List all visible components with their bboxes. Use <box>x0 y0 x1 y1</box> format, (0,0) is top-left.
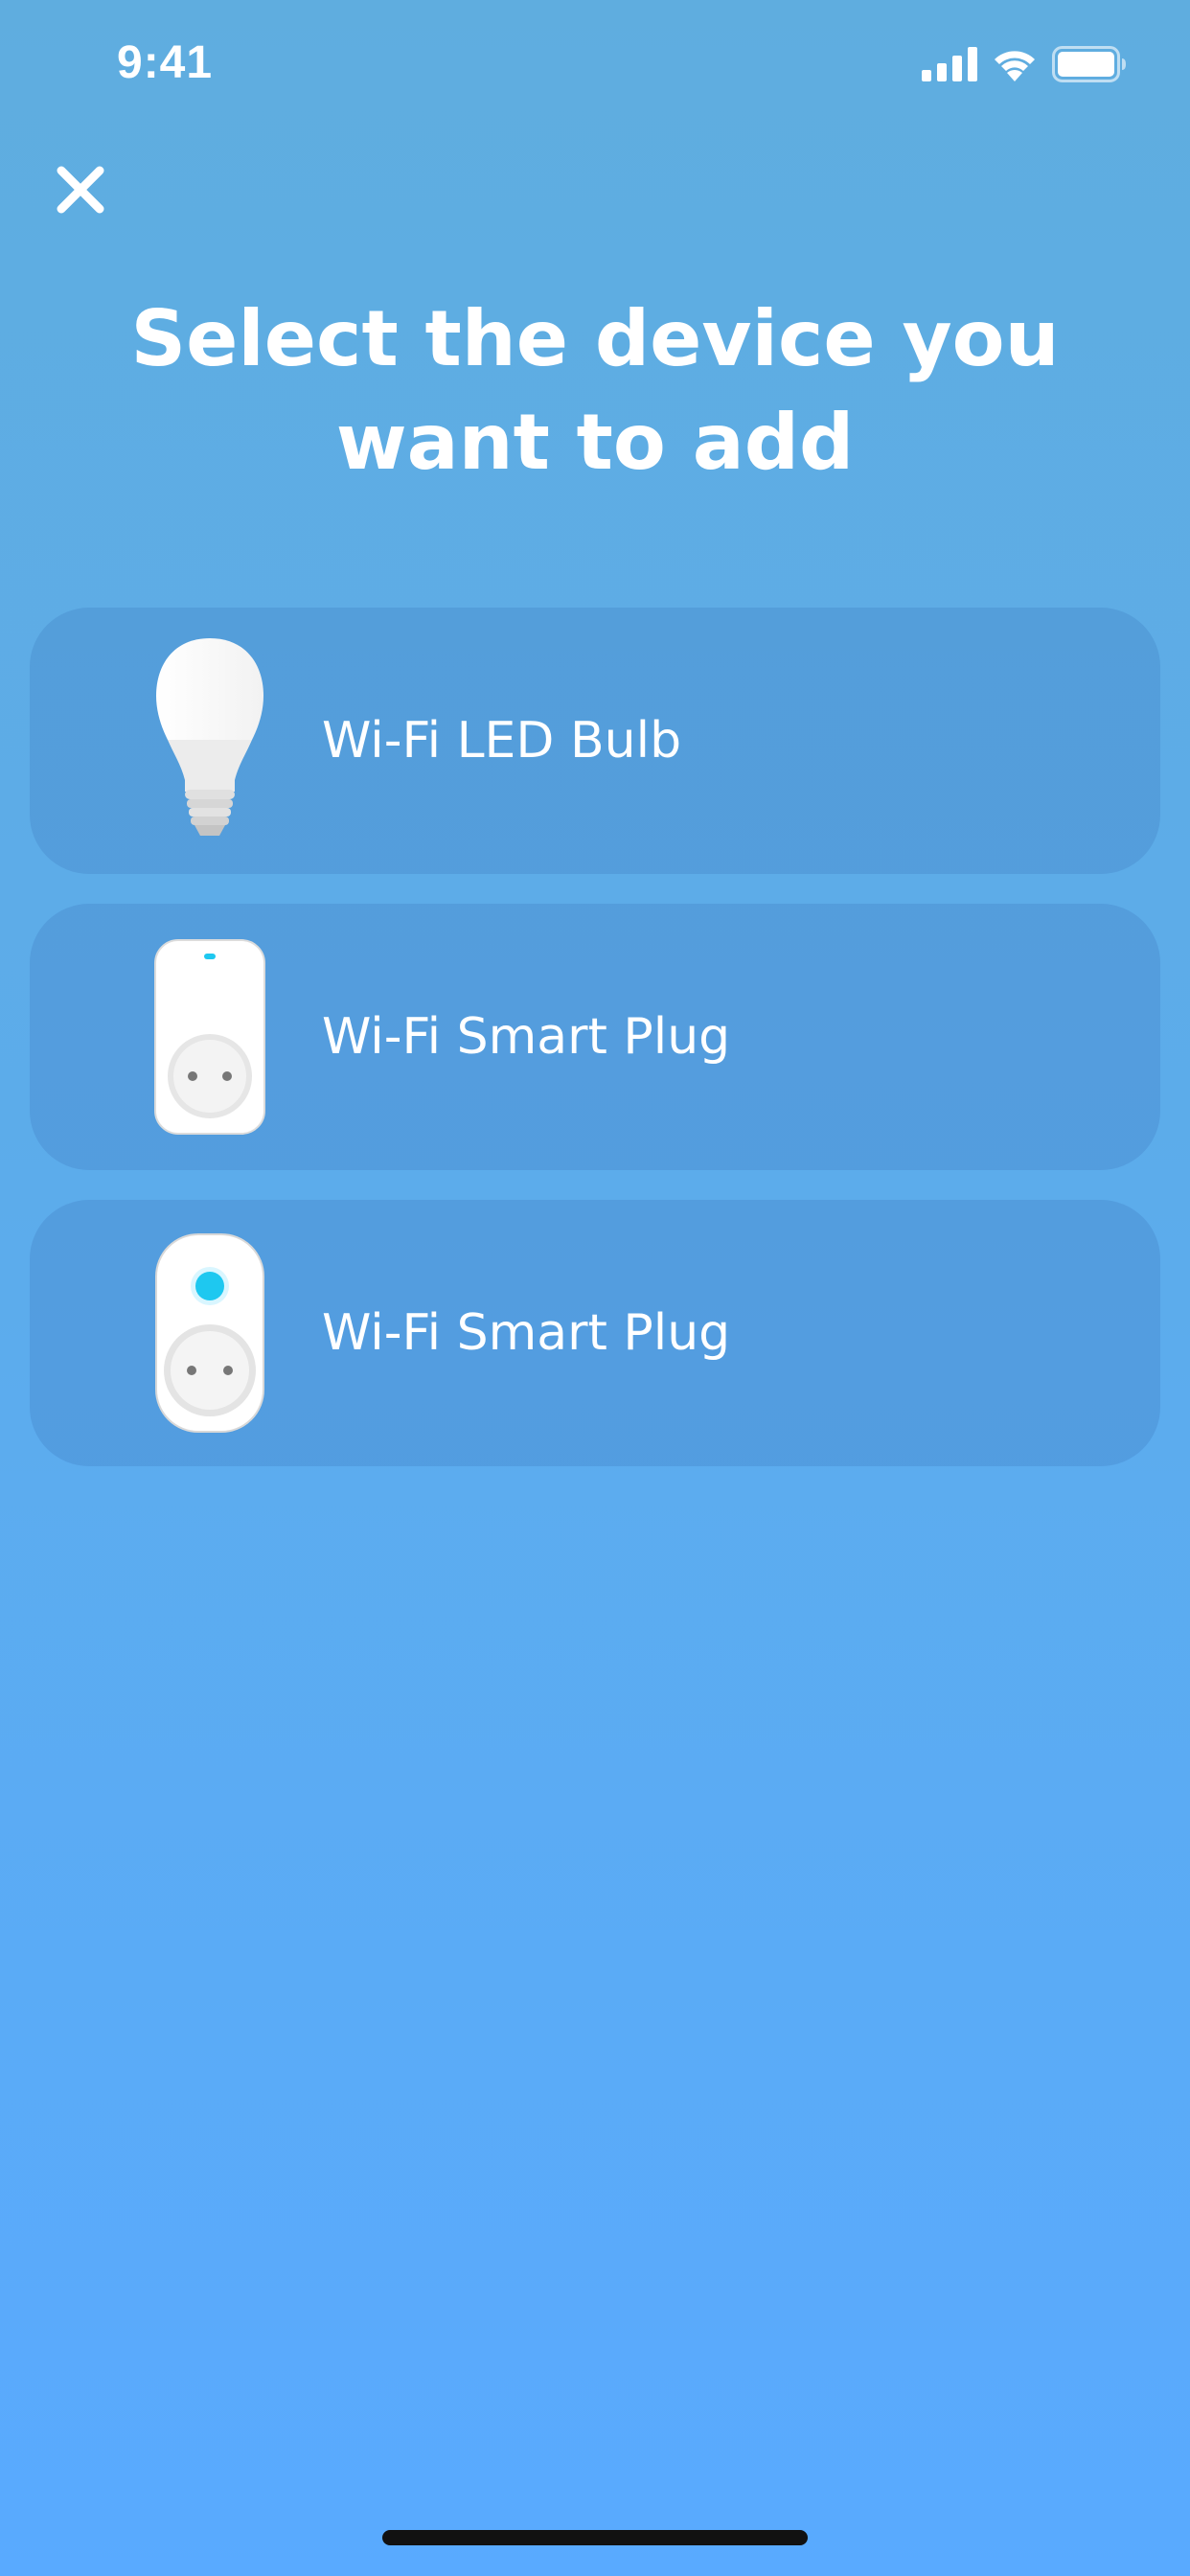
device-label: Wi-Fi LED Bulb <box>322 712 682 770</box>
smart-plug-round-icon <box>114 1229 306 1438</box>
home-indicator[interactable] <box>382 2530 808 2545</box>
status-bar: 9:41 <box>0 0 1190 126</box>
device-label: Wi-Fi Smart Plug <box>322 1008 731 1066</box>
device-option-smart-plug[interactable]: Wi-Fi Smart Plug <box>30 904 1160 1170</box>
wifi-icon <box>991 47 1039 85</box>
close-icon <box>57 166 104 214</box>
status-icons <box>922 46 1127 86</box>
battery-icon <box>1052 46 1127 86</box>
device-label: Wi-Fi Smart Plug <box>322 1304 731 1362</box>
page-title: Select the device you want to add <box>130 294 1060 487</box>
device-option-smart-plug-round[interactable]: Wi-Fi Smart Plug <box>30 1200 1160 1466</box>
smart-plug-icon <box>114 932 306 1141</box>
status-time: 9:41 <box>117 37 214 88</box>
close-button[interactable] <box>54 163 107 217</box>
device-list: Wi-Fi LED Bulb Wi-Fi Smart Plug Wi-Fi Sm… <box>30 608 1160 1496</box>
device-option-led-bulb[interactable]: Wi-Fi LED Bulb <box>30 608 1160 874</box>
cellular-signal-icon <box>922 47 977 85</box>
led-bulb-icon <box>114 636 306 845</box>
